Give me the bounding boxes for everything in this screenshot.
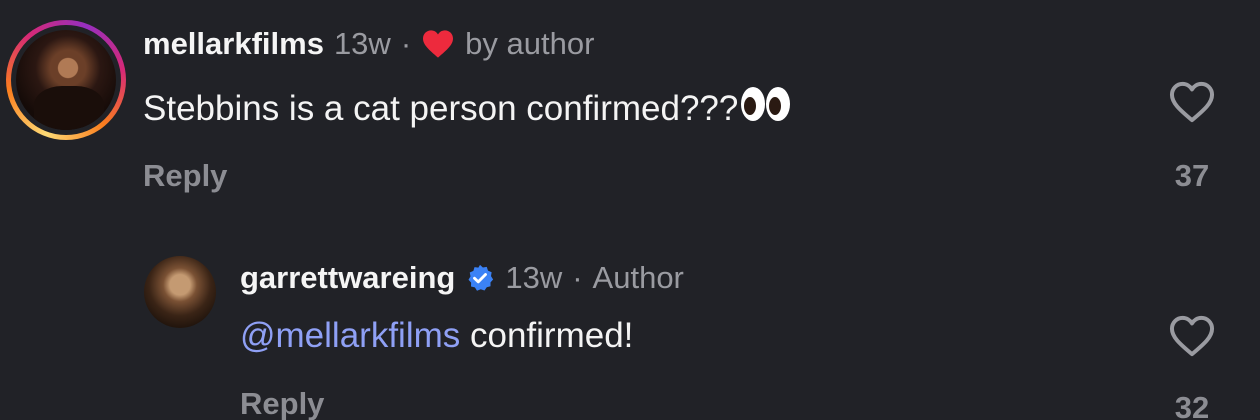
liked-by-author-label: by author xyxy=(465,26,595,61)
eyes-emoji-icon xyxy=(740,84,792,124)
avatar xyxy=(16,30,116,130)
comment-timestamp: 13w xyxy=(505,260,563,295)
like-count: 32 xyxy=(1174,390,1210,420)
mention-link[interactable]: @mellarkfilms xyxy=(240,316,460,355)
like-count: 37 xyxy=(1174,158,1210,193)
comment-username[interactable]: garrettwareing xyxy=(240,260,455,296)
meta-separator: · xyxy=(572,260,583,295)
comment-meta: mellarkfilms 13w · by author xyxy=(143,26,594,62)
like-heart-icon[interactable] xyxy=(1167,79,1217,125)
heart-filled-icon xyxy=(421,29,455,59)
comment-text-content: Stebbins is a cat person confirmed??? xyxy=(143,89,739,128)
reply-button[interactable]: Reply xyxy=(143,158,227,194)
comment-text: Stebbins is a cat person confirmed??? xyxy=(143,84,792,129)
comment-meta: garrettwareing 13w · Author xyxy=(240,260,684,296)
comment-text-content: confirmed! xyxy=(460,316,634,355)
like-heart-icon[interactable] xyxy=(1167,313,1217,359)
comment-username[interactable]: mellarkfilms xyxy=(143,26,324,62)
comment-text: @mellarkfilms confirmed! xyxy=(240,316,633,356)
author-badge: Author xyxy=(592,260,684,295)
comment-timestamp: 13w xyxy=(333,26,391,61)
verified-badge-icon xyxy=(465,263,495,293)
avatar[interactable] xyxy=(144,256,216,328)
reply-button[interactable]: Reply xyxy=(240,386,324,420)
comments-thread: mellarkfilms 13w · by author Stebbins is… xyxy=(0,0,1260,420)
commenter-avatar-story-ring[interactable] xyxy=(6,20,126,140)
meta-separator: · xyxy=(400,26,412,61)
